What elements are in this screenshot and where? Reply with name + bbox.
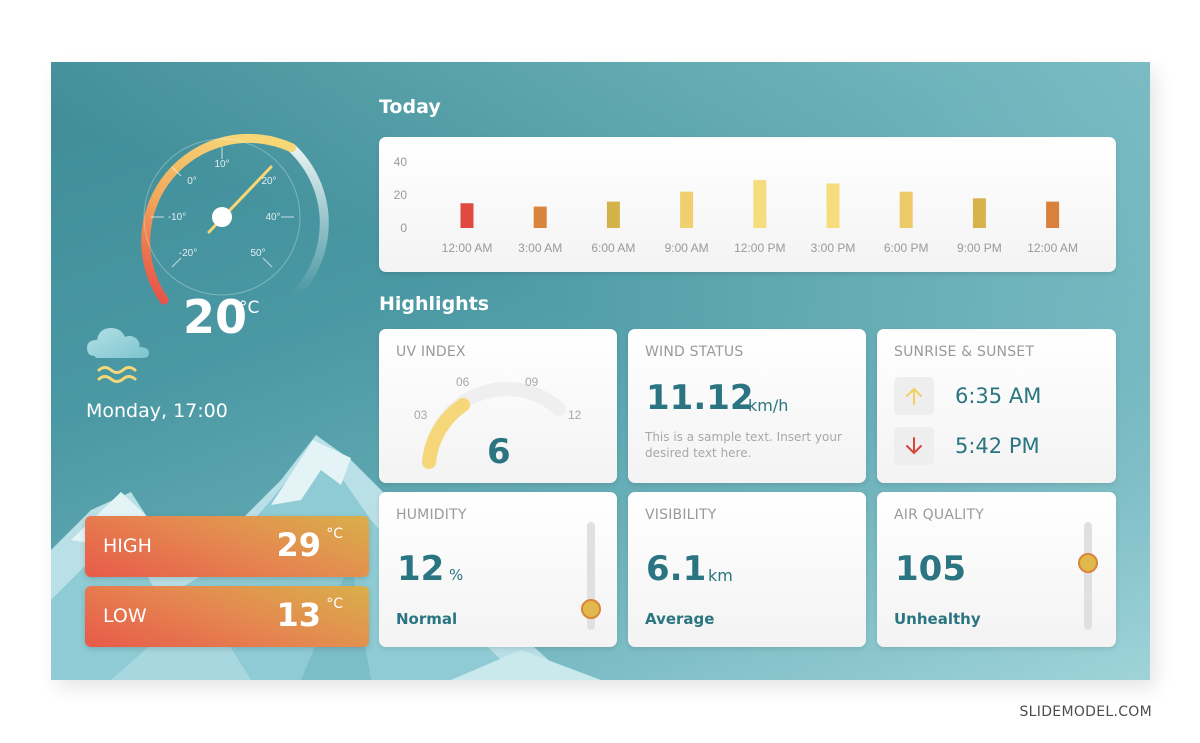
x-tick-label: 9:00 PM [957, 241, 1002, 255]
sunrise-sunset-title: SUNRISE & SUNSET [894, 344, 1035, 360]
high-temperature: HIGH 29 °C [85, 516, 369, 577]
visibility-unit: km [708, 566, 733, 585]
air-quality-value: 105 [895, 549, 966, 589]
x-tick-label: 3:00 AM [518, 241, 562, 255]
gauge-hub [212, 207, 232, 227]
gauge-label: 10° [214, 159, 229, 170]
air-quality-status: Unhealthy [894, 610, 981, 628]
wind-status-title: WIND STATUS [645, 344, 744, 360]
bar [680, 191, 694, 228]
x-tick-label: 6:00 AM [591, 241, 635, 255]
visibility-status: Average [645, 610, 715, 628]
temperature-unit: °C [239, 298, 260, 318]
air-quality-slider-knob[interactable] [1078, 552, 1098, 573]
high-unit: °C [326, 526, 343, 542]
air-quality-card: AIR QUALITY 105 Unhealthy [877, 492, 1116, 647]
bar [1046, 201, 1060, 228]
air-quality-title: AIR QUALITY [894, 507, 984, 523]
x-tick-label: 6:00 PM [884, 241, 929, 255]
gauge-label: 0° [187, 176, 197, 187]
bar [460, 203, 474, 228]
wind-note: This is a sample text. Insert your desir… [645, 430, 842, 460]
low-label: LOW [103, 605, 147, 627]
gauge-label: 20° [261, 176, 276, 187]
x-tick-label: 12:00 AM [442, 241, 493, 255]
highlights-title: Highlights [379, 293, 490, 315]
x-tick-label: 3:00 PM [811, 241, 856, 255]
gauge-label: -20° [179, 248, 197, 259]
low-value: 13 [276, 596, 321, 634]
humidity-card: HUMIDITY 12 % Normal [379, 492, 617, 647]
air-quality-slider[interactable] [1078, 522, 1098, 630]
wind-speed-unit: km/h [748, 396, 789, 415]
uv-tick: 09 [525, 375, 539, 389]
humidity-slider[interactable] [581, 522, 601, 630]
arrow-down-icon [906, 437, 922, 455]
visibility-card: VISIBILITY 6.1 km Average [628, 492, 866, 647]
bar [972, 198, 986, 228]
sunrise-icon-box [894, 377, 934, 415]
current-temperature-value: 20 [183, 290, 248, 344]
gauge-label: 50° [250, 248, 265, 259]
bar [753, 180, 767, 228]
uv-tick: 03 [414, 408, 428, 422]
low-unit: °C [326, 596, 343, 612]
sunrise-time: 6:35 AM [955, 384, 1042, 408]
arrow-up-icon [906, 387, 922, 405]
bar [533, 206, 547, 228]
visibility-value: 6.1 [646, 549, 707, 589]
x-tick-label: 9:00 AM [665, 241, 709, 255]
x-tick-label: 12:00 AM [1027, 241, 1078, 255]
weather-dashboard-slide: 10° 0° 20° -10° 40° -20° 50° 20 °C Monda… [51, 62, 1150, 680]
bar [606, 201, 620, 228]
humidity-slider-knob[interactable] [581, 599, 601, 620]
y-tick-label: 0 [400, 221, 407, 235]
today-chart-card: 0 20 40 12:00 AM 3:00 AM 6:00 AM 9:00 AM 12:00 … [379, 137, 1116, 272]
gauge-track [287, 143, 329, 300]
current-temperature: 20 °C [183, 294, 259, 340]
gauge-label: -10° [168, 212, 186, 223]
footer-brand: SLIDEMODEL.COM [1019, 704, 1152, 720]
visibility-title: VISIBILITY [645, 507, 717, 523]
uv-tick: 12 [568, 408, 582, 422]
date-time: Monday, 17:00 [86, 400, 228, 422]
humidity-status: Normal [396, 610, 458, 628]
sunrise-sunset-card: SUNRISE & SUNSET 6:35 AM 5:42 PM [877, 329, 1116, 483]
wind-status-card: WIND STATUS 11.12 km/h This is a sample … [628, 329, 866, 483]
uv-index-card: UV INDEX 03 06 09 12 6 [379, 329, 617, 483]
high-label: HIGH [103, 535, 152, 557]
uv-gauge-fill [422, 398, 470, 469]
uv-index-value: 6 [487, 432, 511, 472]
sunset-icon-box [894, 427, 934, 465]
today-bar-chart: 0 20 40 12:00 AM 3:00 AM 6:00 AM 9:00 AM 12:00 … [394, 155, 1078, 255]
wind-speed-value: 11.12 [646, 378, 754, 418]
today-title: Today [379, 96, 441, 118]
humidity-value: 12 [397, 549, 445, 589]
sunset-time: 5:42 PM [955, 434, 1040, 458]
y-tick-label: 20 [394, 188, 408, 202]
humidity-unit: % [449, 566, 464, 584]
x-tick-label: 12:00 PM [734, 241, 785, 255]
humidity-title: HUMIDITY [396, 507, 467, 523]
bar [826, 183, 840, 228]
high-value: 29 [276, 526, 321, 564]
low-temperature: LOW 13 °C [85, 586, 369, 647]
cloud-fog-icon [87, 328, 149, 383]
uv-tick: 06 [456, 375, 470, 389]
bar [899, 191, 913, 228]
y-tick-label: 40 [394, 155, 408, 169]
gauge-label: 40° [265, 212, 280, 223]
